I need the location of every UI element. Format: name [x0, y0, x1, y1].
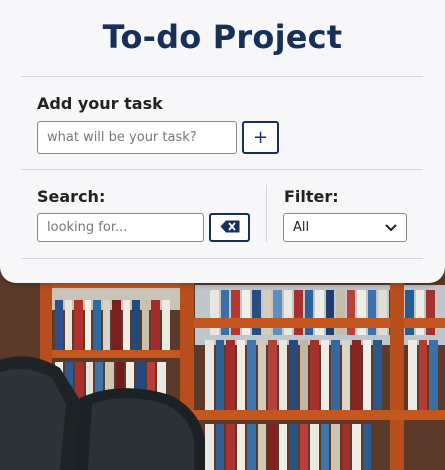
divider-top: [21, 76, 423, 77]
search-label: Search:: [37, 187, 106, 206]
filter-label: Filter:: [284, 187, 339, 206]
clear-search-button[interactable]: [209, 213, 250, 242]
app-title: To-do Project: [102, 18, 343, 56]
plus-icon: +: [252, 126, 269, 148]
divider-bottom: [21, 258, 423, 259]
filter-select[interactable]: All: [283, 213, 407, 242]
divider-middle: [21, 169, 423, 170]
chevron-down-icon: [385, 224, 397, 231]
filter-selected-value: All: [293, 220, 310, 235]
search-input[interactable]: [37, 213, 204, 242]
backspace-icon: [220, 218, 240, 237]
vertical-divider: [266, 185, 267, 242]
add-task-button[interactable]: +: [242, 121, 279, 154]
add-task-input[interactable]: [37, 121, 237, 154]
todo-card: To-do Project Add your task + Search: Fi…: [0, 0, 445, 283]
add-task-label: Add your task: [37, 94, 163, 113]
